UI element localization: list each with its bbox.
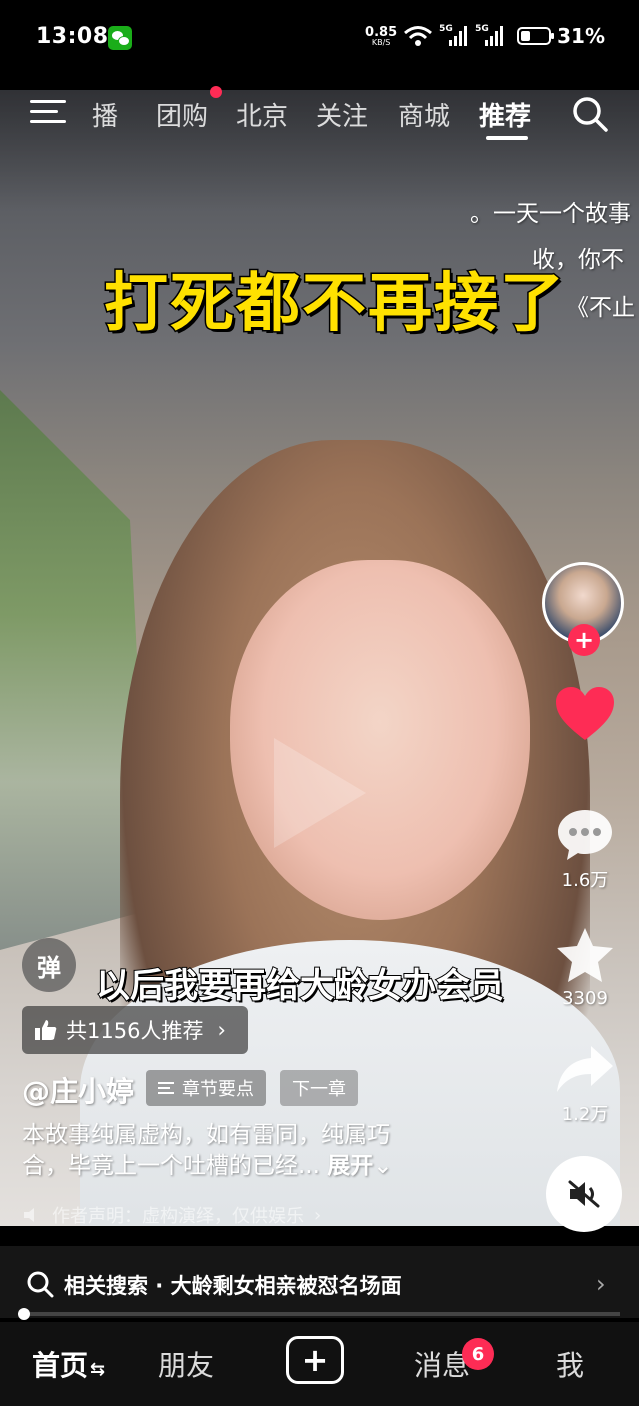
- nav-home-label: 首页: [32, 1349, 89, 1382]
- sim1-tag: 5G: [439, 24, 453, 34]
- active-tab-indicator: [486, 136, 528, 140]
- chevron-right-icon: ›: [314, 1204, 322, 1226]
- story-line: 《不止: [566, 295, 635, 321]
- top-nav: 播 团购 北京 关注 商城 推荐: [0, 86, 639, 144]
- like-button[interactable]: [550, 686, 620, 742]
- danmaku-button[interactable]: 弹: [22, 938, 76, 992]
- tab-recommend[interactable]: 推荐: [479, 96, 531, 133]
- chapter-button[interactable]: 章节要点: [146, 1070, 266, 1106]
- comment-count: 1.6万: [561, 870, 609, 891]
- author-disclaimer: 作者声明：虚构演绎，仅供娱乐 ›: [22, 1202, 321, 1228]
- plus-icon: +: [301, 1341, 329, 1379]
- comment-icon: [558, 810, 612, 860]
- share-icon: [557, 1046, 613, 1092]
- create-post-button[interactable]: +: [286, 1336, 344, 1384]
- description-line: 合，毕竟上一个吐槽的已经...: [22, 1153, 328, 1179]
- status-indicators: 0.85 KB/S 5G 5G 31%: [365, 24, 605, 48]
- recommend-pill[interactable]: 共1156人推荐 ›: [22, 1006, 248, 1054]
- wifi-icon: [404, 26, 433, 46]
- message-badge: 6: [462, 1338, 494, 1370]
- switch-arrows-icon: ⇆: [90, 1359, 106, 1380]
- network-speed-value: 0.85: [365, 24, 398, 40]
- story-line: 。一天一个故事: [470, 201, 631, 227]
- signal-sim2-icon: 5G: [475, 24, 505, 48]
- status-bar: 13:08 0.85 KB/S 5G 5G 31%: [0, 0, 639, 80]
- signal-sim1-icon: 5G: [439, 24, 469, 48]
- tab-mall[interactable]: 商城: [398, 96, 450, 133]
- search-icon: [27, 1271, 54, 1298]
- play-icon: [274, 738, 366, 848]
- chevron-down-icon: ⌄: [373, 1153, 393, 1179]
- new-dot-badge: [210, 86, 222, 98]
- chevron-right-icon: ›: [596, 1270, 606, 1298]
- battery-icon: [517, 27, 555, 45]
- author-name[interactable]: @庄小婷: [22, 1070, 134, 1110]
- search-icon[interactable]: [570, 94, 610, 134]
- speaker-muted-icon: [568, 1180, 600, 1208]
- related-search-text[interactable]: 相关搜索 · 大龄剩女相亲被怼名场面: [64, 1270, 402, 1300]
- chevron-right-icon: ›: [217, 1018, 226, 1042]
- status-time: 13:08: [36, 24, 109, 49]
- danmaku-label: 弹: [37, 953, 61, 982]
- favorite-button[interactable]: 3309: [550, 926, 620, 1009]
- next-chapter-button[interactable]: 下一章: [280, 1070, 358, 1106]
- tab-city[interactable]: 北京: [236, 96, 288, 133]
- chapter-label: 章节要点: [182, 1079, 254, 1100]
- speaker-disclaimer-icon: [24, 1208, 34, 1222]
- favorite-count: 3309: [562, 988, 608, 1009]
- thumbs-up-icon: [35, 1020, 57, 1040]
- network-speed-unit: KB/S: [371, 37, 391, 47]
- nav-me[interactable]: 我: [556, 1344, 584, 1384]
- heart-icon: [556, 687, 614, 740]
- list-icon: [158, 1082, 174, 1094]
- share-count: 1.2万: [561, 1104, 609, 1125]
- battery-percent: 31%: [557, 24, 605, 48]
- video-description[interactable]: 本故事纯属虚构，如有雷同，纯属巧 合，毕竟上一个吐槽的已经... 展开⌄: [22, 1120, 452, 1182]
- sim2-tag: 5G: [475, 24, 489, 34]
- tab-following[interactable]: 关注: [316, 96, 368, 133]
- star-icon: [557, 928, 613, 982]
- video-progress-track[interactable]: [20, 1312, 620, 1316]
- wechat-notification-icon: [108, 26, 132, 50]
- mute-button[interactable]: [546, 1156, 622, 1232]
- expand-button[interactable]: 展开: [327, 1153, 373, 1179]
- recommend-count-text: 共1156人推荐: [66, 1019, 204, 1043]
- video-title-caption: 打死都不再接了: [103, 266, 566, 343]
- tab-group-buy[interactable]: 团购: [156, 96, 208, 133]
- network-speed: 0.85 KB/S: [365, 26, 397, 47]
- disclaimer-text: 作者声明：虚构演绎，仅供娱乐: [52, 1206, 304, 1227]
- video-progress-knob[interactable]: [18, 1308, 30, 1320]
- next-chapter-label: 下一章: [292, 1079, 346, 1100]
- share-button[interactable]: 1.2万: [550, 1042, 620, 1126]
- video-subtitle: 以后我要再给大龄女办会员: [95, 965, 505, 1007]
- tab-live[interactable]: 播: [92, 96, 118, 133]
- nav-home[interactable]: 首页 ⇆: [32, 1344, 105, 1384]
- comment-button[interactable]: 1.6万: [550, 808, 620, 892]
- menu-icon[interactable]: [30, 98, 66, 126]
- bottom-nav: 首页 ⇆ 朋友 + 消息 6 我: [0, 1322, 639, 1406]
- follow-plus-icon[interactable]: +: [568, 624, 600, 656]
- nav-friends[interactable]: 朋友: [158, 1344, 214, 1384]
- description-line: 本故事纯属虚构，如有雷同，纯属巧: [22, 1122, 390, 1148]
